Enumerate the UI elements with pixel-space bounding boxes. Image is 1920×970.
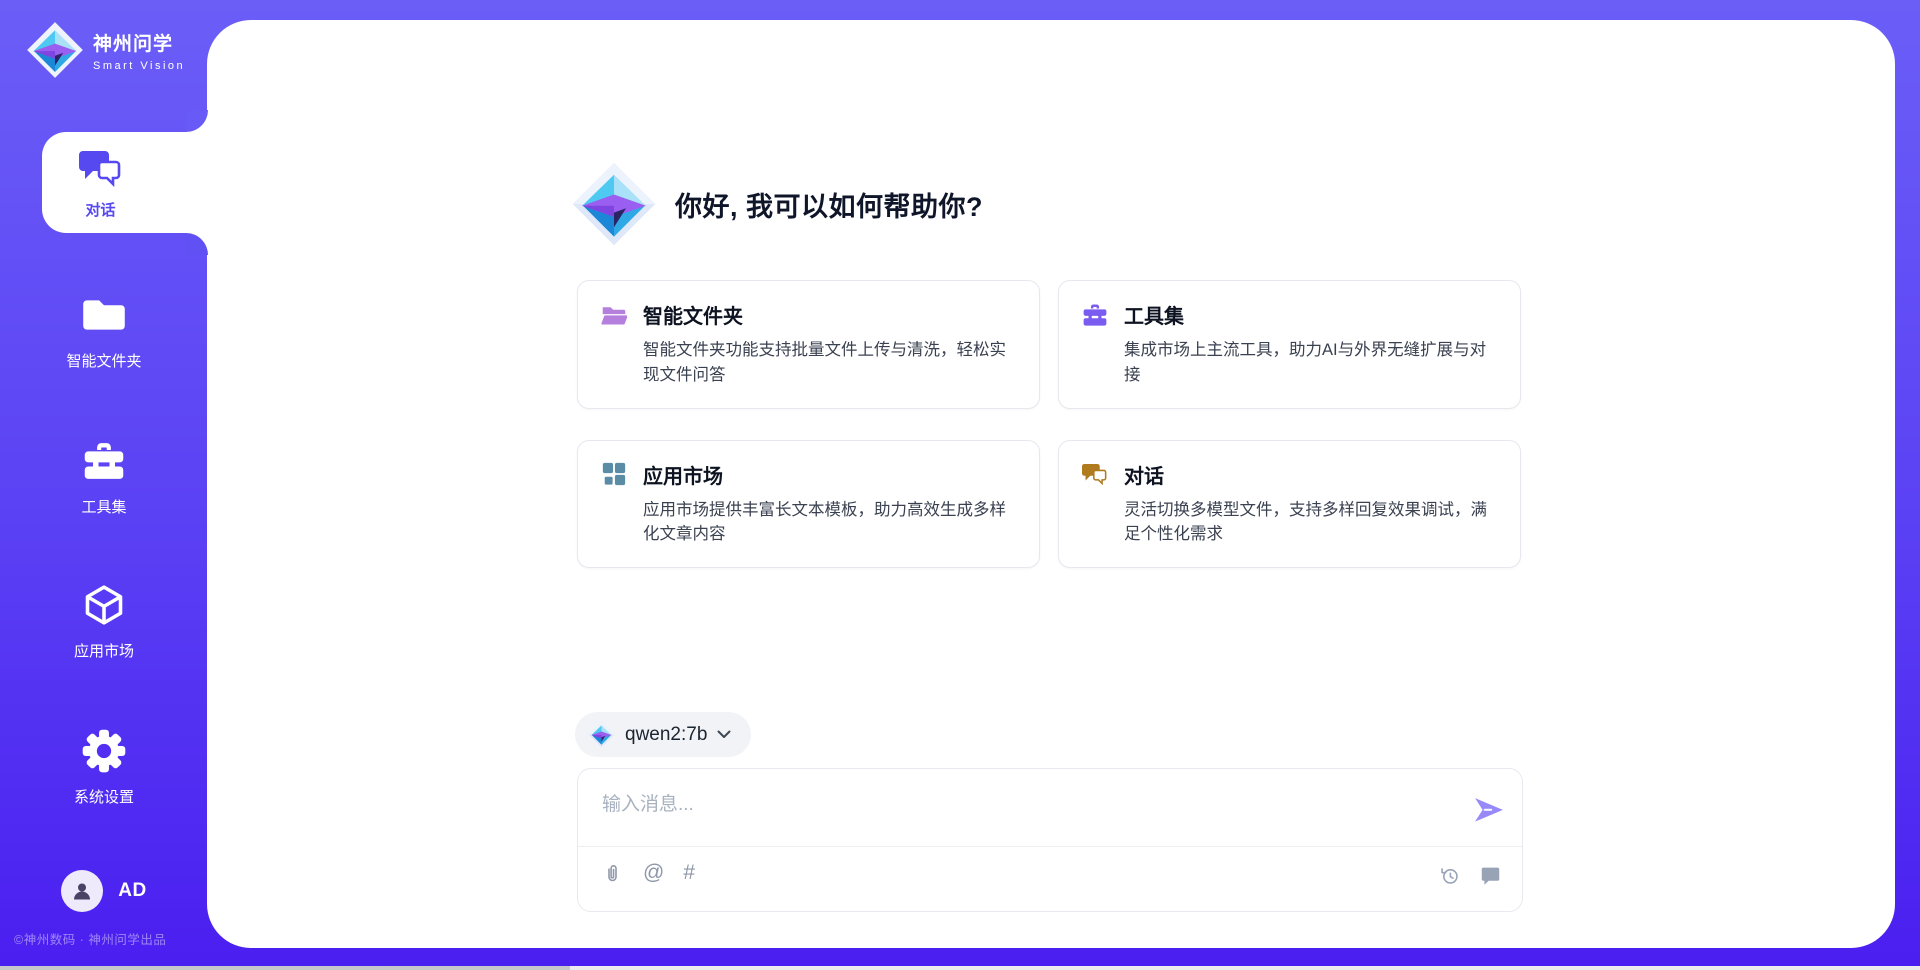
card-title: 智能文件夹 [643,300,743,329]
tab-flare-top [186,110,208,132]
card-title: 工具集 [1124,300,1184,329]
folder-icon [600,301,627,328]
card-description: 应用市场提供丰富长文本模板，助力高效生成多样化文章内容 [643,498,1017,548]
send-icon[interactable] [1474,797,1504,823]
message-input[interactable]: 输入消息... [602,789,694,816]
model-name: qwen2:7b [625,724,707,746]
app-subtitle: Smart Vision [93,60,185,72]
user-initials: AD [118,880,146,902]
toolbox-icon [1081,301,1108,328]
main-content-panel: 你好, 我可以如何帮助你? 智能文件夹 智能文件夹功能支持批量文件上传与清洗，轻… [207,20,1895,948]
sidebar-item-label: 工具集 [81,496,126,517]
feature-cards: 智能文件夹 智能文件夹功能支持批量文件上传与清洗，轻松实现文件问答 [577,280,1525,568]
model-selector[interactable]: qwen2:7b [575,712,751,757]
folder-icon [81,292,127,338]
app-logo: 神州问学 Smart Vision [26,21,185,79]
cube-icon [81,582,127,628]
sidebar-item-label: 系统设置 [74,786,134,807]
chat-icon [1081,461,1108,488]
card-toolset[interactable]: 工具集 集成市场上主流工具，助力AI与外界无缝扩展与对接 [1058,280,1521,409]
model-logo-icon [588,721,615,748]
sidebar-item-smart-folder[interactable]: 智能文件夹 [0,292,208,371]
card-description: 灵活切换多模型文件，支持多样回复效果调试，满足个性化需求 [1124,498,1498,548]
toolbox-icon [81,438,127,484]
comment-icon[interactable] [1478,863,1502,887]
card-smart-folder[interactable]: 智能文件夹 智能文件夹功能支持批量文件上传与清洗，轻松实现文件问答 [577,280,1040,409]
copyright-text: ©神州数码 · 神州问学出品 [14,929,166,948]
chat-icon [78,145,124,191]
at-icon[interactable]: @ [643,861,664,885]
sidebar-item-chat[interactable]: 对话 [42,132,209,233]
composer-divider [578,846,1522,847]
history-icon[interactable] [1437,863,1461,887]
message-composer: 输入消息... @ # [577,768,1523,912]
sidebar-item-app-market[interactable]: 应用市场 [0,582,208,661]
grid-icon [600,461,627,488]
app-title: 神州问学 [93,29,185,56]
card-chat[interactable]: 对话 灵活切换多模型文件，支持多样回复效果调试，满足个性化需求 [1058,440,1521,569]
sidebar-item-label: 对话 [85,199,115,220]
paperclip-icon[interactable] [600,861,624,885]
gear-icon [81,728,127,774]
horizontal-scrollbar[interactable] [0,966,1920,970]
card-app-market[interactable]: 应用市场 应用市场提供丰富长文本模板，助力高效生成多样化文章内容 [577,440,1040,569]
greeting-title: 你好, 我可以如何帮助你? [675,185,983,224]
card-description: 集成市场上主流工具，助力AI与外界无缝扩展与对接 [1124,338,1498,388]
sidebar-item-settings[interactable]: 系统设置 [0,728,208,807]
greeting-block: 你好, 我可以如何帮助你? [571,161,983,247]
sidebar-item-label: 应用市场 [74,640,134,661]
hash-icon[interactable]: # [683,861,695,885]
chevron-down-icon [717,730,731,739]
tab-flare-bottom [186,233,208,255]
brand-logo-icon [26,21,84,79]
brand-logo-icon [571,161,657,247]
card-description: 智能文件夹功能支持批量文件上传与清洗，轻松实现文件问答 [643,338,1017,388]
user-profile[interactable]: AD [0,870,208,912]
card-title: 对话 [1124,460,1164,489]
card-title: 应用市场 [643,460,723,489]
avatar [61,870,103,912]
sidebar-item-toolset[interactable]: 工具集 [0,438,208,517]
sidebar-item-label: 智能文件夹 [66,350,141,371]
scrollbar-thumb[interactable] [0,966,570,970]
